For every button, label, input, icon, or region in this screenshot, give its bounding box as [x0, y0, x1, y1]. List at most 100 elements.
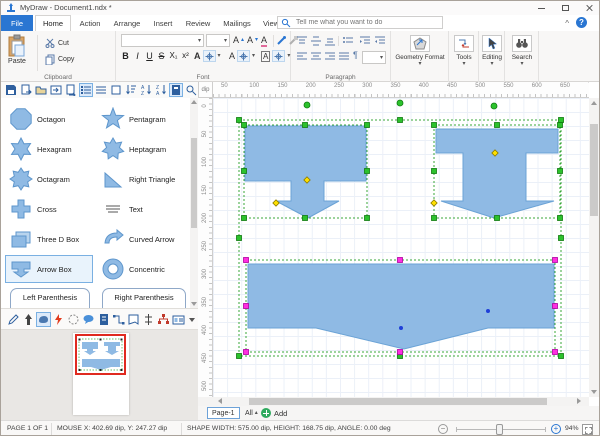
lightning-icon[interactable]: [52, 313, 65, 326]
align-right-icon[interactable]: [324, 52, 336, 62]
notebook-icon[interactable]: [97, 313, 110, 326]
shape-item-cross[interactable]: Cross: [6, 196, 94, 222]
shape-item-right-triangle[interactable]: Right Triangle: [98, 166, 186, 192]
zoom-slider-thumb[interactable]: [496, 424, 503, 435]
font-size-select[interactable]: ▾: [206, 34, 230, 47]
add-page-button[interactable]: Add: [261, 407, 287, 419]
save-icon[interactable]: [5, 84, 17, 96]
speech-bubble-icon[interactable]: [82, 313, 95, 326]
connector-icon[interactable]: [112, 313, 125, 326]
dashed-ellipse-icon[interactable]: [67, 313, 80, 326]
list-view-icon[interactable]: [80, 84, 92, 96]
shape-item-text[interactable]: Text: [98, 196, 186, 222]
search-input[interactable]: [294, 18, 434, 27]
fit-to-window-button[interactable]: [582, 424, 593, 435]
tell-me-search[interactable]: [277, 16, 443, 29]
align-center-icon[interactable]: [310, 52, 322, 62]
zoom-search-icon[interactable]: [185, 84, 197, 96]
page-thumbnail[interactable]: [73, 333, 129, 415]
detail-view-icon[interactable]: [95, 84, 107, 96]
bold-button[interactable]: B: [120, 51, 131, 61]
pilcrow-button[interactable]: ¶: [353, 50, 358, 60]
align-middle-icon[interactable]: [310, 36, 322, 46]
tab-arrange[interactable]: Arrange: [107, 15, 147, 31]
new-page-icon[interactable]: [20, 84, 32, 96]
all-pages-dropdown[interactable]: All ▴: [245, 407, 258, 419]
strikethrough-button[interactable]: S: [156, 51, 167, 61]
bullet-list-icon[interactable]: [342, 36, 354, 46]
open-icon[interactable]: [35, 84, 47, 96]
maximize-button[interactable]: [553, 1, 577, 15]
shape-item-curved-arrow[interactable]: Curved Arrow: [98, 226, 186, 252]
search-button[interactable]: Search ▾: [508, 35, 536, 67]
id-card-icon[interactable]: [172, 313, 185, 326]
close-button[interactable]: [577, 1, 600, 15]
shape-item-hexagram[interactable]: Hexagram: [6, 136, 94, 162]
org-chart-icon[interactable]: [157, 313, 170, 326]
shape-panel-scrollbar[interactable]: [190, 98, 198, 308]
tab-mailings[interactable]: Mailings: [217, 15, 257, 31]
clear-formatting-button[interactable]: A: [261, 35, 267, 47]
text-style-button[interactable]: A ▾: [261, 50, 290, 62]
minimize-button[interactable]: [529, 1, 553, 15]
page-tab-1[interactable]: Page-1: [207, 407, 240, 419]
h-scrollbar[interactable]: [198, 397, 589, 406]
shape-item-three-d-box[interactable]: Three D Box: [6, 226, 94, 252]
shrink-font-button[interactable]: A▾: [247, 35, 258, 45]
drawing-canvas[interactable]: [213, 98, 589, 397]
scroll-right-arrow[interactable]: [577, 398, 581, 404]
paste-button[interactable]: Paste: [7, 34, 27, 65]
text-fill-button[interactable]: A ▾: [194, 50, 221, 62]
arrow-box-shape-wide[interactable]: [248, 264, 554, 349]
text-stroke-button[interactable]: A ▾: [229, 50, 255, 62]
dimension-icon[interactable]: [142, 313, 155, 326]
collapse-ribbon-button[interactable]: ^: [565, 19, 569, 28]
freeform-shape-icon[interactable]: [37, 313, 50, 326]
zoom-out-button[interactable]: −: [438, 424, 448, 434]
shape-item-concentric[interactable]: Concentric: [98, 256, 186, 282]
shape-item-heptagram[interactable]: Heptagram: [98, 136, 186, 162]
shape-item-right-parenthesis[interactable]: Right Parenthesis: [102, 288, 186, 310]
thumbnail-view-icon[interactable]: [110, 84, 122, 96]
subscript-button[interactable]: X₁: [168, 51, 179, 60]
shape-panel-scroll-thumb[interactable]: [191, 138, 197, 228]
shape-item-octagram[interactable]: Octagram: [6, 166, 94, 192]
scroll-left-arrow[interactable]: [218, 398, 222, 404]
scroll-up-arrow[interactable]: [591, 101, 597, 105]
tab-home[interactable]: Home: [35, 15, 71, 31]
underline-button[interactable]: U: [144, 51, 155, 61]
cut-button[interactable]: Cut: [45, 38, 69, 48]
zoom-slider[interactable]: [456, 429, 546, 430]
sort-az-icon[interactable]: AZ: [140, 84, 152, 96]
shape-item-pentagram[interactable]: Pentagram: [98, 106, 186, 132]
grow-font-button[interactable]: A▴: [233, 35, 244, 45]
tab-review[interactable]: Review: [179, 15, 217, 31]
geometry-format-button[interactable]: Geometry Format ▾: [394, 35, 446, 67]
eyedropper-icon[interactable]: [276, 35, 287, 46]
export-icon[interactable]: [65, 84, 77, 96]
editing-button[interactable]: Editing ▾: [478, 35, 506, 67]
shape-item-left-parenthesis[interactable]: Left Parenthesis: [10, 288, 90, 310]
copy-button[interactable]: Copy: [45, 54, 74, 65]
arrow-box-shape-right[interactable]: [436, 129, 558, 218]
sort-za-icon[interactable]: ZA: [155, 84, 167, 96]
help-button[interactable]: ?: [576, 17, 587, 28]
v-scrollbar[interactable]: [589, 98, 599, 397]
sort-default-icon[interactable]: [125, 84, 137, 96]
align-left-icon[interactable]: [296, 52, 308, 62]
toolbar-more-caret[interactable]: [189, 318, 195, 322]
edit-pencil-icon[interactable]: [7, 313, 20, 326]
arrow-up-icon[interactable]: [22, 313, 35, 326]
superscript-button[interactable]: x²: [180, 51, 191, 60]
tab-action[interactable]: Action: [73, 15, 107, 31]
h-scroll-thumb[interactable]: [249, 398, 547, 405]
align-bottom-icon[interactable]: [324, 36, 336, 46]
italic-button[interactable]: I: [132, 51, 143, 61]
shape-item-arrow-box[interactable]: Arrow Box: [5, 255, 93, 283]
viewport-rect[interactable]: [75, 334, 126, 375]
arrow-box-shape-left[interactable]: [245, 126, 366, 218]
tab-file[interactable]: File: [1, 15, 33, 31]
import-icon[interactable]: [50, 84, 62, 96]
library-panel-icon[interactable]: [170, 84, 182, 96]
zoom-in-button[interactable]: +: [551, 424, 561, 434]
